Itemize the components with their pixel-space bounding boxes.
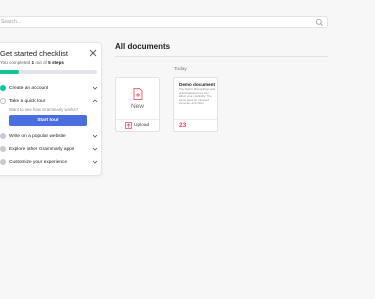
- chevron-down-icon[interactable]: [92, 133, 98, 139]
- document-card-demo[interactable]: Demo document The basics Misspellings an…: [173, 77, 218, 132]
- document-alert-count: 23: [179, 122, 187, 129]
- step-label: Take a quick tour: [9, 98, 46, 104]
- page-title: All documents: [115, 42, 171, 51]
- chevron-down-icon[interactable]: [92, 146, 98, 152]
- chevron-down-icon[interactable]: [92, 85, 98, 91]
- step-incomplete-icon: [0, 98, 6, 104]
- quick-tour-description: Want to see how Grammarly works?: [9, 107, 79, 112]
- checklist-progress-text: You completed 1 out of 5 steps: [0, 60, 64, 65]
- document-title: Demo document: [179, 82, 215, 87]
- search-icon[interactable]: [315, 18, 324, 27]
- search-bar[interactable]: [0, 16, 328, 28]
- checklist-step-customize[interactable]: Customize your experience: [0, 158, 100, 168]
- new-document-card[interactable]: New Upload: [115, 77, 160, 132]
- step-complete-icon: [0, 85, 6, 91]
- checklist-step-other-apps[interactable]: Explore other Grammarly apps: [0, 145, 100, 155]
- divider: [116, 119, 159, 120]
- start-tour-button[interactable]: Start tour: [9, 115, 87, 126]
- upload-icon: [125, 122, 132, 129]
- step-label: Write on a popular website: [9, 133, 66, 139]
- new-document-label: New: [130, 103, 144, 110]
- chevron-up-icon[interactable]: [92, 98, 98, 104]
- step-label: Explore other Grammarly apps: [9, 146, 75, 152]
- step-label: Customize your experience: [9, 159, 68, 165]
- checklist-step-create-account[interactable]: Create an account: [0, 84, 100, 94]
- step-incomplete-icon: [0, 146, 6, 152]
- new-document-icon: [133, 88, 143, 100]
- step-incomplete-icon: [0, 133, 6, 139]
- step-incomplete-icon: [0, 159, 6, 165]
- checklist-step-popular-website[interactable]: Write on a popular website: [0, 132, 100, 142]
- step-label: Create an account: [9, 85, 49, 91]
- divider: [174, 119, 217, 120]
- checklist-title: Get started checklist: [0, 49, 68, 58]
- chevron-down-icon[interactable]: [92, 159, 98, 165]
- close-icon[interactable]: [89, 49, 97, 57]
- checklist-step-quick-tour[interactable]: Take a quick tour: [0, 97, 100, 107]
- divider: [115, 56, 328, 57]
- upload-label: Upload: [134, 123, 150, 128]
- document-preview: The basics Misspellings and grammatical …: [179, 88, 216, 105]
- checklist-progress-bar: [0, 70, 97, 74]
- search-input[interactable]: [0, 17, 301, 27]
- get-started-checklist: Get started checklist You completed 1 ou…: [0, 42, 102, 176]
- progress-bar-fill: [0, 70, 20, 74]
- section-label-today: Today: [174, 67, 187, 72]
